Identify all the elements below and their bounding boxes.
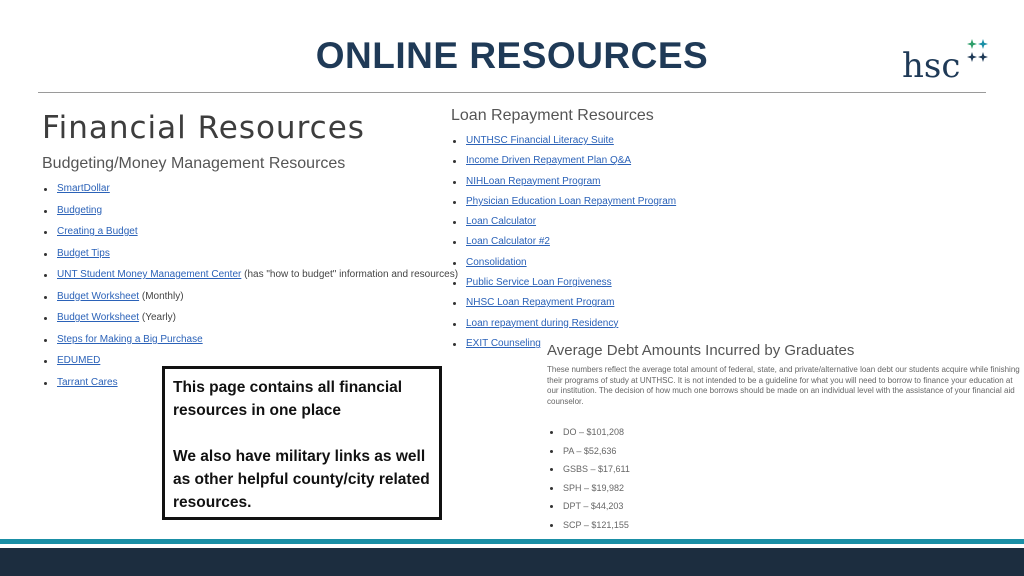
callout-text-2: We also have military links as well as o… xyxy=(173,448,430,511)
list-item: Loan Calculator #2 xyxy=(451,236,676,256)
tarrant-cares-link[interactable]: Tarrant Cares xyxy=(57,377,118,388)
list-item: Budget Worksheet (Monthly) xyxy=(42,291,458,313)
budgeting-heading: Budgeting/Money Management Resources xyxy=(42,155,346,172)
list-item: Public Service Loan Forgiveness xyxy=(451,277,676,297)
big-purchase-link[interactable]: Steps for Making a Big Purchase xyxy=(57,334,203,345)
loan-link[interactable]: EXIT Counseling xyxy=(466,338,541,349)
callout-box: This page contains all financial resourc… xyxy=(162,366,442,520)
slide-title: ONLINE RESOURCES xyxy=(315,35,709,76)
loan-link[interactable]: Loan Calculator xyxy=(466,216,536,227)
list-item: Loan repayment during Residency xyxy=(451,318,676,338)
item-note: (Monthly) xyxy=(139,290,184,302)
list-item: DPT – $44,203 xyxy=(548,500,630,519)
item-note: (Yearly) xyxy=(139,312,176,323)
list-item: DO – $101,208 xyxy=(548,426,630,445)
edumed-link[interactable]: EDUMED xyxy=(57,355,100,366)
loan-link[interactable]: Consolidation xyxy=(466,257,527,268)
list-item: Loan Calculator xyxy=(451,216,676,236)
loan-link[interactable]: NIHLoan Repayment Program xyxy=(466,176,601,187)
loan-repayment-list: UNTHSC Financial Literacy Suite Income D… xyxy=(451,135,676,358)
creating-budget-link[interactable]: Creating a Budget xyxy=(57,226,138,237)
item-note: (has "how to budget" information and res… xyxy=(241,269,459,280)
list-item: NIHLoan Repayment Program xyxy=(451,176,676,196)
list-item: Income Driven Repayment Plan Q&A xyxy=(451,155,676,175)
callout-text-1: This page contains all financial resourc… xyxy=(173,379,403,419)
list-item: Physician Education Loan Repayment Progr… xyxy=(451,196,676,216)
sparkle-stars-icon xyxy=(967,39,988,62)
list-item: Creating a Budget xyxy=(42,226,458,248)
loan-link[interactable]: Physician Education Loan Repayment Progr… xyxy=(466,196,676,207)
list-item: UNT Student Money Management Center (has… xyxy=(42,269,458,291)
footer-accent-stripe xyxy=(0,539,1024,544)
loan-link[interactable]: NHSC Loan Repayment Program xyxy=(466,297,614,308)
list-item: Steps for Making a Big Purchase xyxy=(42,334,458,356)
list-item: Budget Worksheet (Yearly) xyxy=(42,312,458,334)
financial-resources-heading: Financial Resources xyxy=(42,110,365,146)
list-item: Budgeting xyxy=(42,205,458,227)
smartdollar-link[interactable]: SmartDollar xyxy=(57,183,110,194)
budgeting-link[interactable]: Budgeting xyxy=(57,205,102,216)
budget-worksheet-monthly-link[interactable]: Budget Worksheet xyxy=(57,291,139,302)
list-item: Consolidation xyxy=(451,257,676,277)
hsc-logo: hsc xyxy=(902,38,992,88)
list-item: Budget Tips xyxy=(42,248,458,270)
list-item: GSBS – $17,611 xyxy=(548,463,630,482)
loan-link[interactable]: Loan repayment during Residency xyxy=(466,318,618,329)
debt-description: These numbers reflect the average total … xyxy=(547,365,1020,406)
title-divider xyxy=(38,92,986,93)
loan-link[interactable]: Public Service Loan Forgiveness xyxy=(466,277,612,288)
list-item: UNTHSC Financial Literacy Suite xyxy=(451,135,676,155)
list-item: NHSC Loan Repayment Program xyxy=(451,297,676,317)
list-item: SPH – $19,982 xyxy=(548,482,630,501)
loan-link[interactable]: Income Driven Repayment Plan Q&A xyxy=(466,155,631,166)
loan-repayment-heading: Loan Repayment Resources xyxy=(451,107,654,124)
list-item: SCP – $121,155 xyxy=(548,519,630,538)
average-debt-heading: Average Debt Amounts Incurred by Graduat… xyxy=(547,342,855,359)
loan-link[interactable]: UNTHSC Financial Literacy Suite xyxy=(466,135,614,146)
budget-worksheet-yearly-link[interactable]: Budget Worksheet xyxy=(57,312,139,323)
list-item: SmartDollar xyxy=(42,183,458,205)
unt-money-center-link[interactable]: UNT Student Money Management Center xyxy=(57,269,241,280)
list-item: PA – $52,636 xyxy=(548,445,630,464)
debt-amounts-list: DO – $101,208 PA – $52,636 GSBS – $17,61… xyxy=(548,426,630,537)
logo-text: hsc xyxy=(902,46,961,86)
loan-link[interactable]: Loan Calculator #2 xyxy=(466,236,550,247)
budget-tips-link[interactable]: Budget Tips xyxy=(57,248,110,259)
footer-bar xyxy=(0,548,1024,576)
